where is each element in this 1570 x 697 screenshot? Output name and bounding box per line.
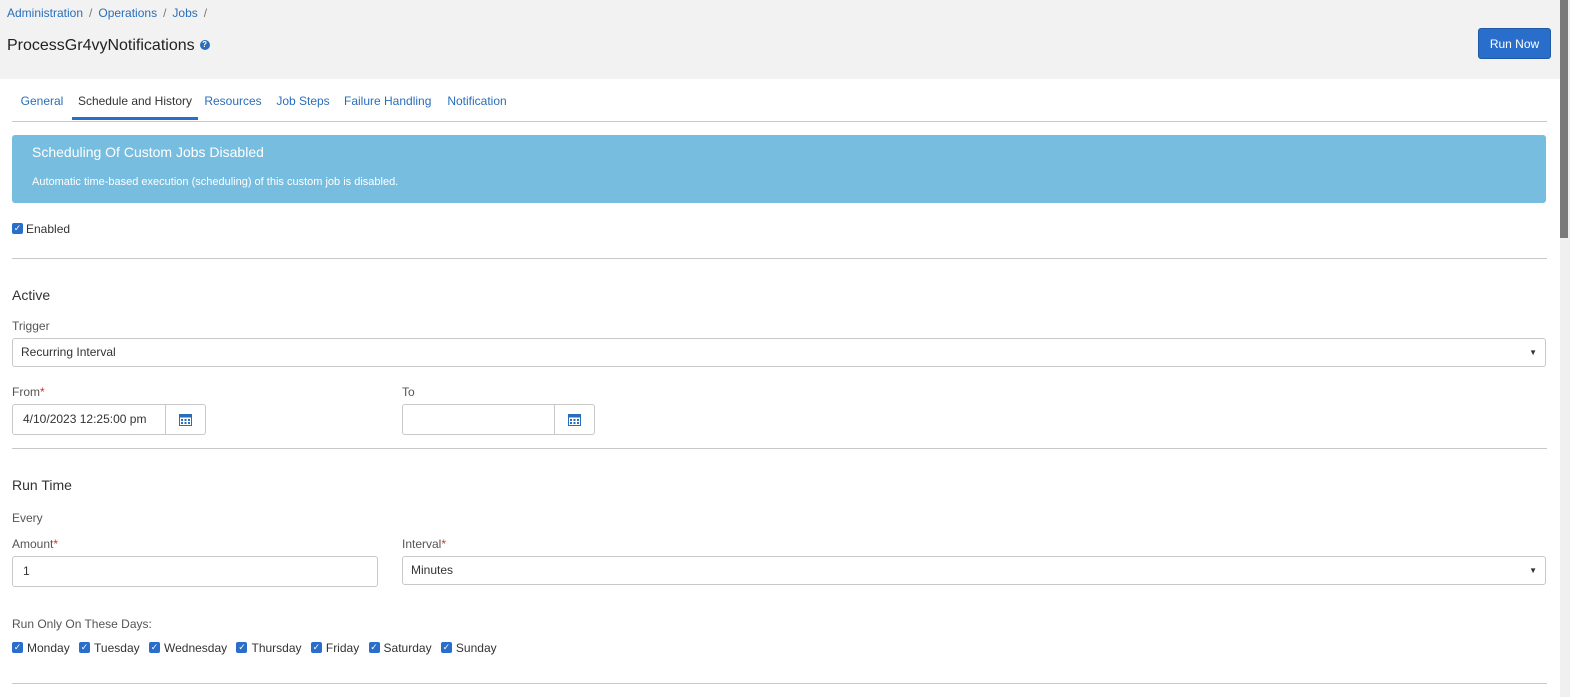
breadcrumb-operations[interactable]: Operations [98, 6, 157, 20]
tab-resources[interactable]: Resources [204, 90, 262, 119]
amount-label-text: Amount [12, 537, 54, 551]
amount-input[interactable]: 1 [12, 556, 378, 587]
tuesday-checkbox[interactable]: ✓ [79, 642, 91, 654]
enabled-checkbox[interactable]: ✓ [12, 223, 23, 235]
day-tuesday[interactable]: ✓ Tuesday [79, 640, 140, 655]
sunday-checkbox[interactable]: ✓ [440, 642, 452, 654]
to-date-input[interactable] [402, 404, 555, 435]
divider [12, 258, 1547, 259]
saturday-checkbox[interactable]: ✓ [368, 642, 380, 654]
friday-checkbox[interactable]: ✓ [310, 642, 322, 654]
day-label: Tuesday [94, 640, 140, 655]
tab-general[interactable]: General [12, 90, 72, 119]
from-label-text: From [12, 385, 40, 399]
to-label: To [402, 385, 415, 399]
breadcrumb-jobs[interactable]: Jobs [172, 6, 197, 20]
day-wednesday[interactable]: ✓ Wednesday [148, 640, 228, 655]
day-label: Monday [27, 640, 70, 655]
page-title: ProcessGr4vyNotifications? [7, 37, 210, 55]
scrollbar-thumb[interactable] [1560, 0, 1568, 238]
to-calendar-button[interactable] [555, 404, 595, 435]
page-header: Administration / Operations / Jobs / ProcessG… [0, 0, 1570, 79]
from-calendar-button[interactable] [166, 404, 206, 435]
interval-label-text: Interval [402, 537, 442, 551]
trigger-select[interactable]: Recurring Interval ▼ [12, 338, 1546, 367]
day-label: Saturday [383, 640, 432, 655]
tab-notification[interactable]: Notification [445, 90, 509, 119]
enabled-toggle[interactable]: ✓ Enabled [12, 221, 70, 236]
day-friday[interactable]: ✓ Friday [310, 640, 360, 655]
every-label: Every [12, 511, 43, 525]
day-label: Sunday [455, 640, 497, 655]
breadcrumb-separator: / [89, 6, 93, 20]
monday-checkbox[interactable]: ✓ [12, 642, 23, 654]
tab-failure-handling[interactable]: Failure Handling [344, 90, 431, 119]
tab-schedule-and-history[interactable]: Schedule and History [72, 90, 198, 120]
day-thursday[interactable]: ✓ Thursday [236, 640, 302, 655]
vertical-scrollbar[interactable] [1560, 0, 1570, 697]
alert-message: Automatic time-based execution (scheduli… [32, 176, 399, 188]
trigger-selected-value: Recurring Interval [21, 345, 116, 359]
breadcrumb-separator: / [163, 6, 167, 20]
required-marker: * [441, 537, 447, 551]
breadcrumb-separator: / [203, 6, 208, 20]
wednesday-checkbox[interactable]: ✓ [148, 642, 160, 654]
interval-label: Interval* [402, 537, 446, 551]
alert-title: Scheduling Of Custom Jobs Disabled [32, 144, 264, 160]
from-date-input[interactable]: 4/10/2023 12:25:00 pm [12, 404, 166, 435]
trigger-label: Trigger [12, 319, 50, 333]
enabled-label: Enabled [26, 221, 71, 236]
from-label: From* [12, 385, 45, 399]
active-section-title: Active [12, 287, 51, 303]
divider [12, 448, 1547, 449]
question-circle-icon[interactable]: ? [199, 40, 210, 50]
chevron-down-icon: ▼ [1529, 348, 1537, 357]
day-label: Friday [325, 640, 360, 655]
day-label: Thursday [251, 640, 302, 655]
thursday-checkbox[interactable]: ✓ [236, 642, 248, 654]
interval-selected-value: Minutes [411, 563, 454, 577]
calendar-icon [179, 414, 192, 426]
divider [12, 683, 1547, 684]
run-time-section-title: Run Time [12, 477, 72, 493]
interval-select[interactable]: Minutes ▼ [402, 556, 1546, 585]
run-now-button[interactable]: Run Now [1478, 28, 1551, 59]
day-sunday[interactable]: ✓ Sunday [440, 640, 497, 655]
calendar-icon [568, 414, 581, 426]
days-label: Run Only On These Days: [12, 617, 152, 631]
day-saturday[interactable]: ✓ Saturday [368, 640, 432, 655]
scheduling-disabled-alert: Scheduling Of Custom Jobs Disabled Autom… [12, 135, 1546, 203]
chevron-down-icon: ▼ [1529, 566, 1537, 575]
amount-label: Amount* [12, 537, 58, 551]
breadcrumb-administration[interactable]: Administration [7, 6, 83, 20]
required-marker: * [53, 537, 59, 551]
tab-job-steps[interactable]: Job Steps [275, 90, 331, 119]
page-title-text: ProcessGr4vyNotifications [7, 37, 195, 54]
day-label: Wednesday [163, 640, 228, 655]
breadcrumb: Administration / Operations / Jobs / [7, 6, 213, 20]
tab-bar: General Schedule and History Resources J… [12, 90, 1547, 122]
required-marker: * [40, 385, 45, 399]
day-monday[interactable]: ✓ Monday [12, 640, 70, 655]
days-checkbox-group: ✓ Monday ✓ Tuesday ✓ Wednesday ✓ Thursday ✓ F… [12, 640, 503, 655]
